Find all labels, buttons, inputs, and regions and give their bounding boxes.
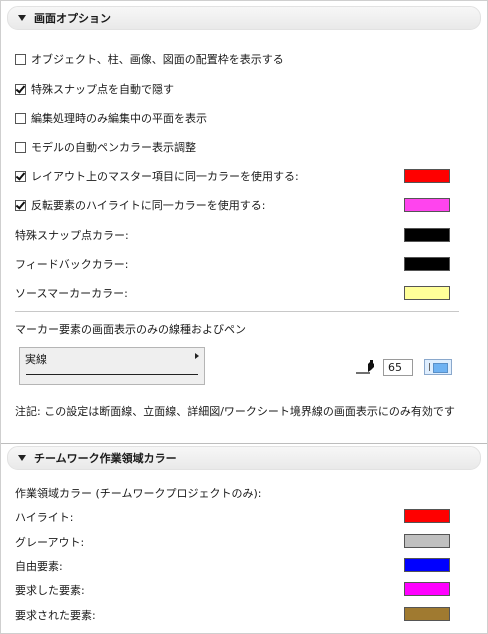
color-label: 要求された要素: — [15, 609, 96, 622]
pen-number-field[interactable]: 65 — [383, 359, 413, 376]
pen-color-swatch — [433, 363, 448, 373]
section-divider — [1, 443, 487, 444]
teamwork-title: チームワーク作業領域カラー — [34, 452, 177, 465]
line-sample — [26, 374, 198, 375]
collapse-triangle-icon[interactable] — [18, 15, 26, 21]
checkbox-label: 特殊スナップ点を自動で隠す — [31, 83, 174, 96]
checkbox[interactable] — [15, 170, 26, 182]
pen-icon — [356, 360, 374, 374]
checkbox-row-master-item-color[interactable]: レイアウト上のマスター項目に同一カラーを使用する: — [15, 168, 299, 184]
marker-linetype-label: マーカー要素の画面表示のみの線種およびペン — [15, 323, 246, 336]
teamwork-row-requested: 要求した要素: — [15, 582, 85, 598]
teamwork-row-highlight: ハイライト: — [15, 509, 74, 525]
checkbox[interactable] — [15, 199, 26, 211]
checkbox[interactable] — [15, 83, 26, 95]
request-received-color-swatch[interactable] — [404, 607, 450, 621]
teamwork-subtitle-row: 作業領域カラー (チームワークプロジェクトのみ): — [15, 485, 261, 501]
color-label: ソースマーカーカラー: — [15, 287, 128, 300]
checkbox-label: 反転要素のハイライトに同一カラーを使用する: — [31, 199, 266, 212]
source-marker-color-row: ソースマーカーカラー: — [15, 285, 128, 301]
color-label: 要求した要素: — [15, 584, 85, 597]
line-type-name: 実線 — [25, 353, 47, 366]
marker-linetype-label-row: マーカー要素の画面表示のみの線種およびペン — [15, 321, 246, 337]
options-panel: 画面オプション オブジェクト、柱、画像、図面の配置枠を表示する 特殊スナップ点を… — [0, 0, 488, 634]
checkbox-row-highlight-color[interactable]: 反転要素のハイライトに同一カラーを使用する: — [15, 197, 266, 213]
line-type-selector[interactable]: 実線 — [19, 347, 205, 385]
display-options-title: 画面オプション — [34, 12, 111, 25]
checkbox-label: レイアウト上のマスター項目に同一カラーを使用する: — [31, 170, 299, 183]
checkbox-row-auto-pen-color[interactable]: モデルの自動ペンカラー表示調整 — [15, 139, 196, 155]
snap-point-color-swatch[interactable] — [404, 228, 450, 242]
chevron-right-icon[interactable] — [195, 353, 199, 359]
color-label: ハイライト: — [15, 511, 74, 524]
color-label: 特殊スナップ点カラー: — [15, 229, 129, 242]
grayout-color-swatch[interactable] — [404, 534, 450, 548]
note-row: 注記: この設定は断面線、立面線、詳細図/ワークシート境界線の画面表示にのみ有効… — [15, 403, 455, 419]
teamwork-row-grayout: グレーアウト: — [15, 534, 84, 550]
teamwork-header[interactable]: チームワーク作業領域カラー — [7, 446, 481, 470]
teamwork-row-request-received: 要求された要素: — [15, 607, 96, 623]
checkbox[interactable] — [15, 112, 26, 124]
color-label: フィードバックカラー: — [15, 258, 129, 271]
color-label: グレーアウト: — [15, 536, 85, 549]
requested-element-color-swatch[interactable] — [404, 582, 450, 596]
highlight-color-swatch[interactable] — [404, 509, 450, 523]
feedback-color-row: フィードバックカラー: — [15, 256, 129, 272]
color-label: 自由要素: — [15, 560, 63, 573]
pen-color-button[interactable] — [424, 359, 452, 375]
collapse-triangle-icon[interactable] — [18, 455, 26, 461]
note-text: 注記: この設定は断面線、立面線、詳細図/ワークシート境界線の画面表示にのみ有効… — [15, 405, 455, 418]
free-element-color-swatch[interactable] — [404, 558, 450, 572]
teamwork-row-free: 自由要素: — [15, 558, 63, 574]
pen-tick — [429, 363, 430, 371]
checkbox-label: オブジェクト、柱、画像、図面の配置枠を表示する — [31, 53, 284, 66]
checkbox-label: モデルの自動ペンカラー表示調整 — [31, 141, 196, 154]
checkbox-row-show-editing-plane[interactable]: 編集処理時のみ編集中の平面を表示 — [15, 110, 207, 126]
snap-point-color-row: 特殊スナップ点カラー: — [15, 227, 129, 243]
checkbox[interactable] — [15, 141, 26, 153]
source-marker-color-swatch[interactable] — [404, 286, 450, 300]
highlight-color-swatch[interactable] — [404, 198, 450, 212]
checkbox-row-show-frames[interactable]: オブジェクト、柱、画像、図面の配置枠を表示する — [15, 51, 284, 67]
checkbox[interactable] — [15, 53, 26, 65]
divider — [15, 311, 459, 312]
feedback-color-swatch[interactable] — [404, 257, 450, 271]
master-item-color-swatch[interactable] — [404, 169, 450, 183]
checkbox-label: 編集処理時のみ編集中の平面を表示 — [31, 112, 207, 125]
display-options-header[interactable]: 画面オプション — [7, 6, 481, 30]
checkbox-row-hide-snap-points[interactable]: 特殊スナップ点を自動で隠す — [15, 81, 174, 97]
teamwork-subtitle: 作業領域カラー (チームワークプロジェクトのみ): — [15, 487, 262, 500]
